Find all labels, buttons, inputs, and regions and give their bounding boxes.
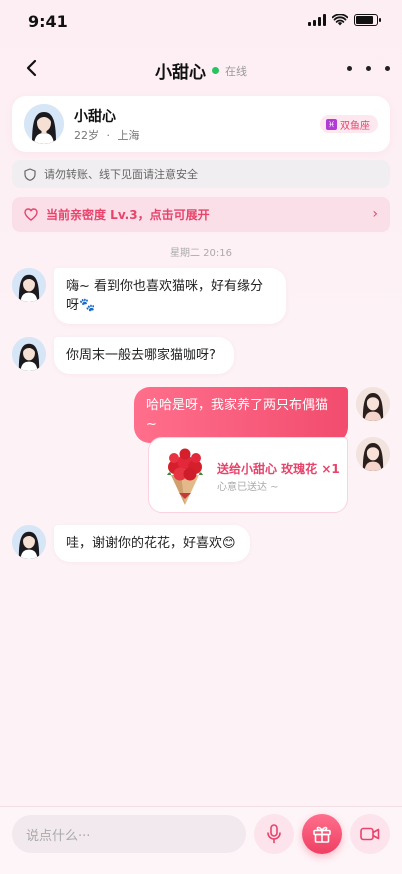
status-time: 9:41 xyxy=(28,12,68,31)
message-bubble-incoming[interactable]: 你周末一般去哪家猫咖呀? xyxy=(54,337,234,374)
video-call-button[interactable] xyxy=(350,814,390,854)
profile-age: 22岁 xyxy=(74,129,99,142)
message-input[interactable]: 说点什么··· xyxy=(12,815,246,853)
profile-meta: 22岁 · 上海 xyxy=(74,127,140,143)
meta-separator: · xyxy=(106,129,111,142)
gift-title: 送给小甜心 玫瑰花 ×1 xyxy=(217,462,340,476)
chat-title: 小甜心 在线 xyxy=(0,58,402,83)
gift-subtitle: 心意已送达 ~ xyxy=(217,482,279,493)
battery-icon xyxy=(354,14,381,26)
profile-card[interactable]: 小甜心 22岁 · 上海 ♓ 双鱼座 xyxy=(12,96,390,152)
message-text: 哈哈是呀，我家养了两只布偶猫~ xyxy=(146,398,329,432)
chat-header: 小甜心 在线 xyxy=(0,50,402,86)
gift-message-card[interactable]: 送给小甜心 玫瑰花 ×1 心意已送达 ~ xyxy=(148,437,348,513)
heart-icon xyxy=(24,208,38,221)
signal-icon xyxy=(308,14,326,26)
zodiac-badge: ♓ 双鱼座 xyxy=(320,115,378,133)
my-avatar[interactable] xyxy=(356,437,390,471)
avatar[interactable] xyxy=(12,337,46,371)
mic-icon xyxy=(267,824,281,844)
message-bubble-incoming[interactable]: 嗨~ 看到你也喜欢猫咪，好有缘分呀🐾 xyxy=(54,268,286,324)
more-options-button[interactable] xyxy=(347,58,390,71)
message-text: 嗨~ 看到你也喜欢猫咪，好有缘分呀🐾 xyxy=(66,279,264,313)
voice-button[interactable] xyxy=(254,814,294,854)
zodiac-label: 双鱼座 xyxy=(340,120,370,132)
more-dots-icon xyxy=(347,66,352,71)
composer-bar: 说点什么··· xyxy=(0,806,402,874)
message-text: 你周末一般去哪家猫咖呀? xyxy=(66,348,216,363)
profile-name: 小甜心 xyxy=(74,109,116,125)
wifi-icon xyxy=(332,14,348,26)
my-avatar[interactable] xyxy=(356,387,390,421)
profile-city: 上海 xyxy=(117,129,140,142)
shield-icon xyxy=(24,167,36,181)
input-placeholder: 说点什么··· xyxy=(26,828,91,844)
message-bubble-outgoing[interactable]: 哈哈是呀，我家养了两只布偶猫~ xyxy=(134,387,348,443)
rose-bouquet-icon xyxy=(167,448,203,505)
online-status: 在线 xyxy=(225,64,247,78)
avatar[interactable] xyxy=(12,525,46,559)
online-indicator xyxy=(212,67,219,74)
message-text: 哇，谢谢你的花花，好喜欢😊 xyxy=(66,536,236,551)
status-bar: 9:41 xyxy=(0,0,402,44)
status-icons xyxy=(308,14,381,26)
avatar[interactable] xyxy=(24,104,64,144)
time-separator: 星期二 20:16 xyxy=(170,248,232,259)
contact-name: 小甜心 xyxy=(155,63,206,83)
message-bubble-incoming[interactable]: 哇，谢谢你的花花，好喜欢😊 xyxy=(54,525,250,562)
avatar[interactable] xyxy=(12,268,46,302)
chevron-right-icon: › xyxy=(372,206,378,222)
video-camera-icon xyxy=(360,827,380,841)
send-gift-button[interactable] xyxy=(302,814,342,854)
intimacy-banner[interactable]: 当前亲密度 Lv.3，点击可展开 › xyxy=(12,197,390,232)
safety-text: 请勿转账、线下见面请注意安全 xyxy=(44,168,198,181)
safety-notice: 请勿转账、线下见面请注意安全 xyxy=(12,160,390,188)
intimacy-text: 当前亲密度 Lv.3，点击可展开 xyxy=(46,208,210,222)
gift-icon xyxy=(313,826,331,843)
pisces-icon: ♓ xyxy=(326,118,337,130)
